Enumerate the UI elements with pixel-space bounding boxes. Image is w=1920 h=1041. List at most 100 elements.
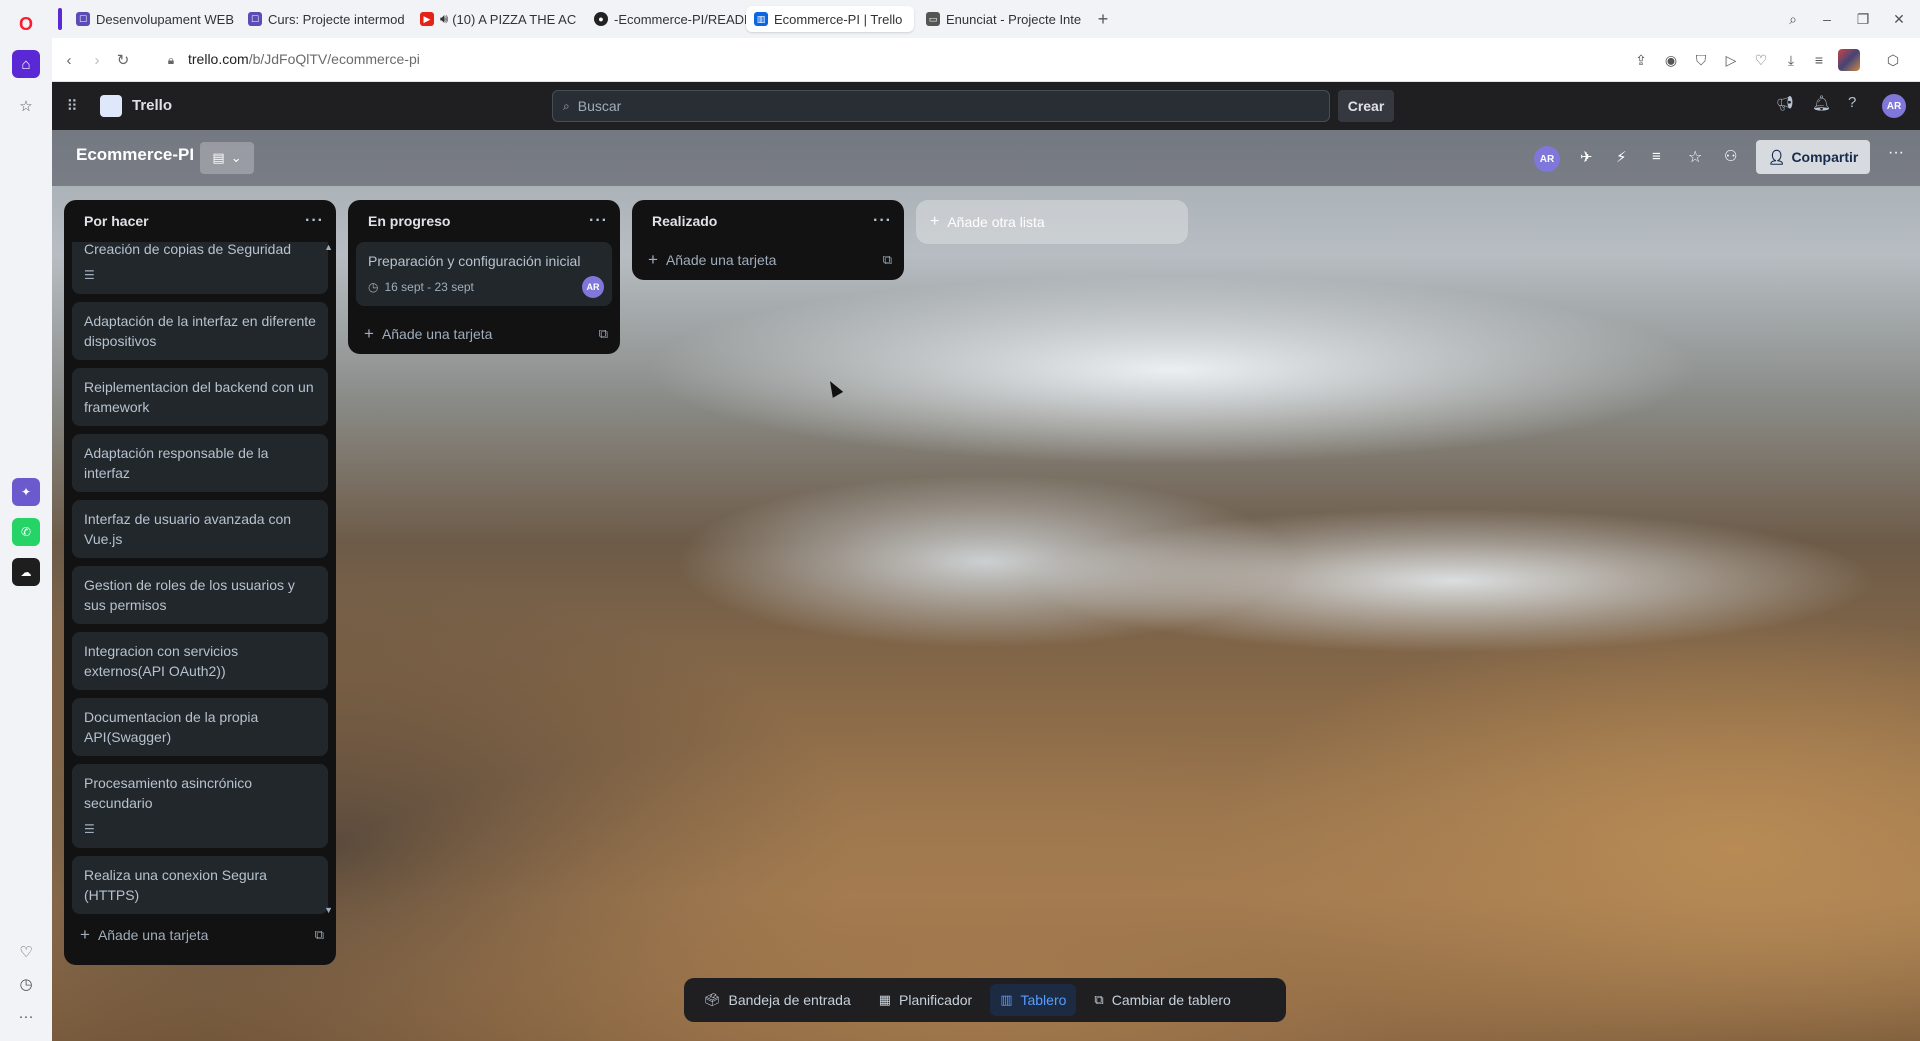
nav-switch-board[interactable]: ⧉ Cambiar de tablero bbox=[1084, 984, 1240, 1016]
card[interactable]: Reiplementacion del backend con un frame… bbox=[72, 368, 328, 426]
card[interactable]: Adaptación de la interfaz en diferente d… bbox=[72, 302, 328, 360]
card[interactable]: Creación de copias de Seguridad ☰ bbox=[72, 242, 328, 294]
opera-logo-icon[interactable]: O bbox=[12, 10, 40, 38]
board-icon: ▥ bbox=[1000, 992, 1013, 1007]
extensions-icon[interactable]: ⬡ bbox=[1882, 49, 1904, 71]
card[interactable]: Preparación y configuración inicial ◷ 16… bbox=[356, 242, 612, 306]
workspace-visibility-icon[interactable]: ⚇ bbox=[1724, 147, 1737, 165]
share-button[interactable]: 👤︎ Compartir bbox=[1756, 140, 1870, 174]
board-view-switcher[interactable]: ▤ ⌄ bbox=[200, 142, 254, 174]
power-ups-icon[interactable]: ✈ bbox=[1580, 148, 1593, 166]
cloud-app-icon[interactable]: ☁ bbox=[12, 558, 40, 586]
search-tabs-icon[interactable]: ⌕ bbox=[1782, 8, 1804, 30]
board-title[interactable]: Ecommerce-PI bbox=[76, 145, 194, 165]
announcements-icon[interactable]: 📢︎ bbox=[1776, 95, 1794, 112]
star-board-icon[interactable]: ☆ bbox=[1688, 147, 1702, 167]
add-list-button[interactable]: + Añade otra lista bbox=[916, 200, 1188, 244]
forward-icon[interactable]: › bbox=[86, 49, 108, 71]
nav-board[interactable]: ▥ Tablero bbox=[990, 984, 1077, 1016]
list-title[interactable]: En progreso bbox=[368, 213, 450, 229]
automation-icon[interactable]: ⚡ bbox=[1616, 148, 1627, 166]
url-field[interactable]: trello.com/b/JdFoQlTV/ecommerce-pi bbox=[188, 51, 420, 67]
new-tab-button[interactable]: + bbox=[1092, 8, 1114, 30]
lock-icon[interactable]: 🔒︎ bbox=[160, 49, 182, 71]
help-icon[interactable]: ? bbox=[1848, 94, 1856, 111]
scroll-up-icon[interactable]: ▲ bbox=[324, 242, 333, 252]
add-card-button[interactable]: + Añade una tarjeta ⧉ bbox=[632, 240, 904, 280]
card-member-avatar[interactable]: AR bbox=[582, 276, 604, 298]
whatsapp-icon[interactable]: ✆ bbox=[12, 518, 40, 546]
card-title: Documentacion de la propia API(Swagger) bbox=[84, 709, 259, 745]
bookmarks-star-icon[interactable]: ☆ bbox=[12, 92, 40, 120]
user-avatar[interactable]: AR bbox=[1882, 94, 1906, 118]
add-card-button[interactable]: + Añade una tarjeta ⧉ bbox=[64, 915, 336, 955]
search-input[interactable]: ⌕ Buscar bbox=[552, 90, 1330, 122]
workspace-indicator bbox=[58, 8, 62, 30]
more-options-icon[interactable]: ··· bbox=[12, 1002, 40, 1030]
notifications-bell-icon[interactable]: 🔔︎ bbox=[1812, 94, 1831, 112]
card-title: Adaptación responsable de la interfaz bbox=[84, 445, 269, 481]
adblock-icon[interactable]: ⛉ bbox=[1690, 49, 1712, 71]
filter-icon[interactable]: ≡ bbox=[1652, 148, 1661, 165]
easy-setup-icon[interactable]: ≡ bbox=[1808, 49, 1830, 71]
tab-title: -Ecommerce-PI/READM bbox=[614, 11, 755, 27]
aria-ai-icon[interactable]: ✦ bbox=[12, 478, 40, 506]
search-placeholder: Buscar bbox=[577, 98, 622, 114]
card-title: Creación de copias de Seguridad bbox=[84, 242, 292, 257]
card[interactable]: Adaptación responsable de la interfaz bbox=[72, 434, 328, 492]
card[interactable]: Integracion con servicios externos(API O… bbox=[72, 632, 328, 690]
tab-curs[interactable]: ☐ Curs: Projecte intermod bbox=[240, 6, 412, 32]
home-icon[interactable]: ⌂ bbox=[12, 50, 40, 78]
reload-icon[interactable]: ↻ bbox=[112, 49, 134, 71]
list-menu-icon[interactable]: ··· bbox=[589, 212, 608, 230]
github-icon: ● bbox=[594, 12, 608, 26]
back-icon[interactable]: ‹ bbox=[58, 49, 80, 71]
card-template-icon[interactable]: ⧉ bbox=[883, 252, 892, 268]
list-menu-icon[interactable]: ··· bbox=[305, 212, 324, 230]
app-switcher-icon[interactable]: ⠿ bbox=[62, 96, 82, 116]
board-view-icon: ▤ bbox=[212, 150, 225, 165]
trello-header: ⠿ Trello ⌕ Buscar Crear 📢︎ 🔔︎ ? AR bbox=[52, 82, 1920, 130]
list-title[interactable]: Realizado bbox=[652, 213, 717, 229]
nav-inbox[interactable]: 🗳︎ Bandeja de entrada bbox=[694, 984, 861, 1016]
card-template-icon[interactable]: ⧉ bbox=[315, 927, 324, 943]
minimize-icon[interactable]: – bbox=[1816, 8, 1838, 30]
card-title: Preparación y configuración inicial bbox=[368, 253, 581, 269]
tab-trello[interactable]: ▥ Ecommerce-PI | Trello bbox=[746, 6, 914, 32]
profile-picture-icon[interactable] bbox=[1838, 49, 1860, 71]
card[interactable]: Interfaz de usuario avanzada con Vue.js bbox=[72, 500, 328, 558]
heart-icon[interactable]: ♡ bbox=[1750, 49, 1772, 71]
card[interactable]: Procesamiento asincrónico secundario ☰ bbox=[72, 764, 328, 848]
tab-youtube[interactable]: ▶ 🔊︎ (10) A PIZZA THE AC bbox=[412, 6, 586, 32]
trello-logo-icon[interactable] bbox=[100, 95, 122, 117]
restore-icon[interactable]: ❐ bbox=[1852, 8, 1874, 30]
trello-brand[interactable]: Trello bbox=[132, 97, 172, 114]
nav-planner[interactable]: ▦ Planificador bbox=[869, 984, 982, 1016]
camera-icon[interactable]: ◉ bbox=[1660, 49, 1682, 71]
favorites-heart-icon[interactable]: ♡ bbox=[12, 938, 40, 966]
download-icon[interactable]: ⤓ bbox=[1780, 49, 1802, 71]
share-page-icon[interactable]: ⇪ bbox=[1630, 49, 1652, 71]
board-menu-icon[interactable]: ··· bbox=[1888, 144, 1904, 162]
card[interactable]: Realiza una conexion Segura (HTTPS) bbox=[72, 856, 328, 914]
flow-icon[interactable]: ▷ bbox=[1720, 49, 1742, 71]
list-menu-icon[interactable]: ··· bbox=[873, 212, 892, 230]
plus-icon: + bbox=[930, 213, 940, 230]
history-clock-icon[interactable]: ◷ bbox=[12, 970, 40, 998]
card-template-icon[interactable]: ⧉ bbox=[599, 326, 608, 342]
create-button[interactable]: Crear bbox=[1338, 90, 1394, 122]
card[interactable]: Documentacion de la propia API(Swagger) bbox=[72, 698, 328, 756]
card[interactable]: Gestion de roles de los usuarios y sus p… bbox=[72, 566, 328, 624]
list-title[interactable]: Por hacer bbox=[84, 213, 149, 229]
tab-github[interactable]: ● -Ecommerce-PI/READM bbox=[586, 6, 758, 32]
tab-enunciat[interactable]: ▭ Enunciat - Projecte Inte bbox=[918, 6, 1090, 32]
member-avatar[interactable]: AR bbox=[1534, 146, 1560, 172]
card-dates-badge[interactable]: ◷ 16 sept - 23 sept bbox=[368, 277, 600, 297]
close-window-icon[interactable]: ✕ bbox=[1888, 8, 1910, 30]
add-card-button[interactable]: + Añade una tarjeta ⧉ bbox=[348, 314, 620, 354]
tab-desenvolupament[interactable]: ☐ Desenvolupament WEB bbox=[68, 6, 240, 32]
url-host: trello.com bbox=[188, 51, 249, 67]
scroll-down-icon[interactable]: ▼ bbox=[324, 905, 333, 915]
speaker-icon[interactable]: 🔊︎ bbox=[440, 11, 448, 27]
card-title: Realiza una conexion Segura (HTTPS) bbox=[84, 867, 267, 903]
